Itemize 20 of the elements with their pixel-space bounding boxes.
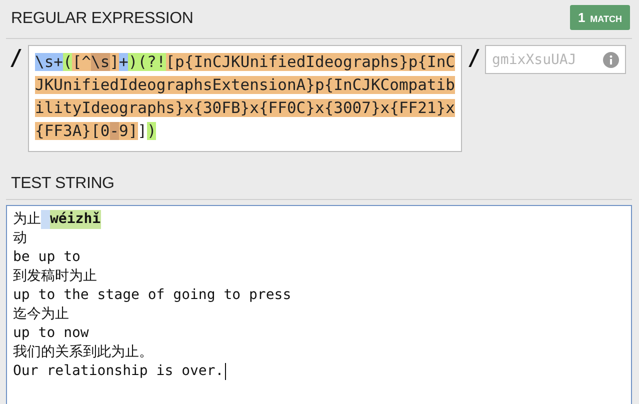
test-text: up to now [13,324,89,343]
test-text: 为止 [13,210,41,229]
test-text: 到发稿时为止 [13,267,97,286]
test-text: be up to [13,248,80,267]
test-text: Our relationship is over. [13,362,224,381]
test-text: 迄今为止 [13,305,69,324]
test-text: 我们的关系到此为止。 [13,343,153,362]
info-icon[interactable] [603,52,619,68]
delimiter: / [8,45,24,73]
delimiter: / [466,45,482,73]
test-string-field[interactable]: 为止 wéizhǐ 动 be up to 到发稿时为止 up to the stage of going to press 迄今为止 up to now 我们的关系到此为止。 Our relationship is over. [6,205,632,404]
regex-input-field[interactable]: \s+([^\s]+)(?![p{InCJKUnifiedIdeographs}p{InCJKUnifiedIdeographsExtensionA}p{InCJKCompatibilityIdeographs}x{30FB}x{FF0C}x{3007}x{FF21}x{FF3A}[0-9]]) [28,45,462,152]
flags-field[interactable]: gmixXsuUAJ [485,45,626,74]
match-count: 1 [578,10,586,24]
regex-match: wéizhǐ [41,210,101,229]
test-text: up to the stage of going to press [13,286,292,305]
match-label: MATCH [590,14,622,24]
section-title: REGULAR EXPRESSION [11,10,194,28]
section-title: TEST STRING [11,175,114,193]
test-text: 动 [13,229,27,248]
